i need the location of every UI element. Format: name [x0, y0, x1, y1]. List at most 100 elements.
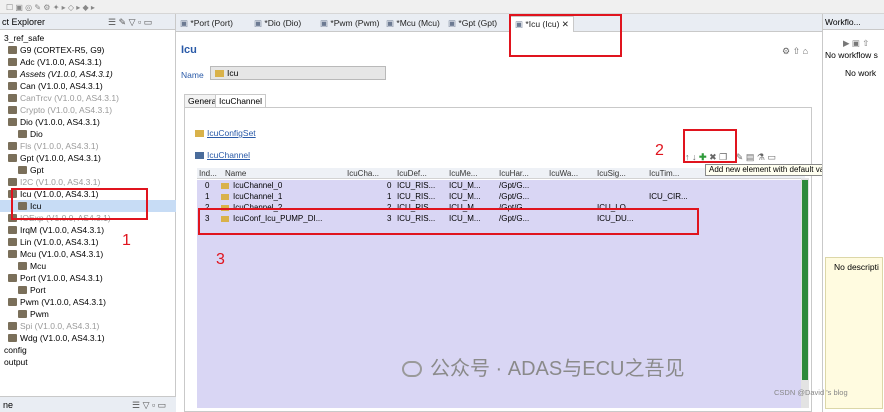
tree-item[interactable]: Mcu [0, 260, 176, 272]
toolbar-icons[interactable]: ☐ ▣ ◎ ✎ ⚙ ✦ ▸ ◇ ▸ ◆ ▸ [6, 3, 95, 12]
module-icon [8, 334, 17, 342]
column-header[interactable]: IcuSig... [597, 169, 626, 178]
tree-item[interactable]: CanTrcv (V1.0.0, AS4.3.1) [0, 92, 176, 104]
tree-item[interactable]: Gpt [0, 164, 176, 176]
cell-har[interactable]: /Gpt/G... [499, 192, 529, 201]
tree-item-label: Pwm [30, 309, 49, 319]
cell-har[interactable]: /Gpt/G... [499, 181, 529, 190]
editor-tab[interactable]: ▣ *Pwm (Pwm) [316, 16, 384, 32]
module-icon [8, 274, 17, 282]
module-icon [8, 238, 17, 246]
module-icon [8, 226, 17, 234]
table-row[interactable]: 0 IcuChannel_0 0 ICU_RIS... ICU_M... /Gpt/G..… [197, 181, 805, 192]
tree-item-label: Gpt [30, 165, 44, 175]
icuchannel-link[interactable]: IcuChannel [207, 150, 250, 160]
annotation-box-icu-node [11, 188, 148, 220]
cell-index[interactable]: 1 [205, 192, 209, 201]
tree-item[interactable]: G9 (CORTEX-R5, G9) [0, 44, 176, 56]
tree-item[interactable]: 3_ref_safe [0, 32, 176, 44]
file-icon: ▣ [448, 18, 459, 28]
explorer-title[interactable]: ct Explorer [2, 17, 45, 27]
workflow-toolbar[interactable]: ▶ ▣ ⇧ [843, 38, 869, 49]
tree-item-label: G9 (CORTEX-R5, G9) [20, 45, 105, 55]
columns-icon[interactable]: ▤ [746, 152, 755, 162]
tree-item[interactable]: Spi (V1.0.0, AS4.3.1) [0, 320, 176, 332]
cell-cha[interactable]: 0 [387, 181, 391, 190]
bottom-panel-icons[interactable]: ☰ ▽ ▫ ▭ [132, 400, 166, 411]
editor-tab[interactable]: ▣ *Gpt (Gpt) [444, 16, 501, 32]
tree-item[interactable]: IrqM (V1.0.0, AS4.3.1) [0, 224, 176, 236]
column-header[interactable]: IcuMe... [449, 169, 477, 178]
tree-item[interactable]: config [0, 344, 176, 356]
name-field[interactable]: Icu [210, 66, 386, 80]
column-header[interactable]: IcuCha... [347, 169, 379, 178]
cell-def[interactable]: ICU_RIS... [397, 181, 435, 190]
file-icon: ▣ [386, 18, 397, 28]
scroll-thumb[interactable] [802, 180, 808, 380]
column-header[interactable]: Name [225, 169, 246, 178]
cell-name[interactable]: IcuChannel_0 [233, 181, 282, 190]
column-header[interactable]: IcuDef... [397, 169, 427, 178]
tree-item-label: Adc (V1.0.0, AS4.3.1) [20, 57, 102, 67]
tree-item[interactable]: Wdg (V1.0.0, AS4.3.1) [0, 332, 176, 344]
cell-index[interactable]: 0 [205, 181, 209, 190]
editor-tab[interactable]: ▣ *Dio (Dio) [250, 16, 305, 32]
cell-cha[interactable]: 1 [387, 192, 391, 201]
tree-item[interactable]: Lin (V1.0.0, AS4.3.1) [0, 236, 176, 248]
module-icon [8, 82, 17, 90]
tree-item[interactable]: output [0, 356, 176, 368]
cell-tim[interactable]: ICU_CIR... [649, 192, 688, 201]
workflow-header: Workflo... [823, 14, 884, 30]
tree-item-label: Lin (V1.0.0, AS4.3.1) [20, 237, 99, 247]
tab-label: *Mcu (Mcu) [396, 18, 440, 28]
tree-item-label: Mcu (V1.0.0, AS4.3.1) [20, 249, 104, 259]
watermark-text: 公众号 · ADAS与ECU之吾见 [430, 358, 685, 380]
tree-item[interactable]: Crypto (V1.0.0, AS4.3.1) [0, 104, 176, 116]
cell-me[interactable]: ICU_M... [449, 192, 481, 201]
grid-scrollbar[interactable] [801, 178, 809, 408]
tree-item[interactable]: Dio (V1.0.0, AS4.3.1) [0, 116, 176, 128]
file-icon: ▣ [180, 18, 191, 28]
module-icon [8, 142, 17, 150]
folder-icon [215, 70, 224, 77]
cell-def[interactable]: ICU_RIS... [397, 192, 435, 201]
tree-item[interactable]: Mcu (V1.0.0, AS4.3.1) [0, 248, 176, 260]
explorer-view-icons[interactable]: ☰ ✎ ▽ ▫ ▭ [108, 17, 152, 28]
icuconfigset-link[interactable]: IcuConfigSet [207, 128, 256, 138]
module-icon [8, 178, 17, 186]
tree-item[interactable]: Assets (V1.0.0, AS4.3.1) [0, 68, 176, 80]
bottom-panel-title[interactable]: ne [3, 400, 13, 410]
editor-tab[interactable]: ▣ *Port (Port) [176, 16, 237, 32]
column-header[interactable]: IcuTim... [649, 169, 679, 178]
editor-header-icons[interactable]: ⚙ ⇧ ⌂ [782, 46, 808, 57]
table-row[interactable]: 1 IcuChannel_1 1 ICU_RIS... ICU_M... /Gpt/G..… [197, 192, 805, 203]
tree-item[interactable]: Can (V1.0.0, AS4.3.1) [0, 80, 176, 92]
column-header[interactable]: IcuWa... [549, 169, 578, 178]
tree-item-label: Assets (V1.0.0, AS4.3.1) [20, 69, 113, 79]
tree-item[interactable]: Gpt (V1.0.0, AS4.3.1) [0, 152, 176, 164]
watermark: 公众号 · ADAS与ECU之吾见 [402, 352, 684, 381]
filter-icon[interactable]: ⚗ [757, 152, 765, 162]
workflow-select[interactable]: No workflow s [825, 50, 878, 60]
tree-item[interactable]: Port [0, 284, 176, 296]
tree-item[interactable]: Adc (V1.0.0, AS4.3.1) [0, 56, 176, 68]
cell-me[interactable]: ICU_M... [449, 181, 481, 190]
collapse-icon[interactable]: ▭ [767, 152, 776, 162]
cell-name[interactable]: IcuChannel_1 [233, 192, 282, 201]
tree-item[interactable]: I2C (V1.0.0, AS4.3.1) [0, 176, 176, 188]
tree-item-label: CanTrcv (V1.0.0, AS4.3.1) [20, 93, 119, 103]
tab-icuchannel[interactable]: IcuChannel [215, 94, 267, 108]
wechat-logo-icon [402, 361, 422, 377]
editor-tab[interactable]: ▣ *Mcu (Mcu) [382, 16, 444, 32]
workflow-title[interactable]: Workflo... [825, 17, 861, 27]
column-header[interactable]: IcuHar... [499, 169, 529, 178]
tab-label: *Dio (Dio) [264, 18, 302, 28]
tree-item[interactable]: Fls (V1.0.0, AS4.3.1) [0, 140, 176, 152]
tree-item[interactable]: Port (V1.0.0, AS4.3.1) [0, 272, 176, 284]
file-icon: ▣ [254, 18, 265, 28]
column-header[interactable]: Ind... [199, 169, 217, 178]
tree-item-label: Can (V1.0.0, AS4.3.1) [20, 81, 103, 91]
tree-item[interactable]: Dio [0, 128, 176, 140]
tree-item[interactable]: Pwm (V1.0.0, AS4.3.1) [0, 296, 176, 308]
tree-item[interactable]: Pwm [0, 308, 176, 320]
